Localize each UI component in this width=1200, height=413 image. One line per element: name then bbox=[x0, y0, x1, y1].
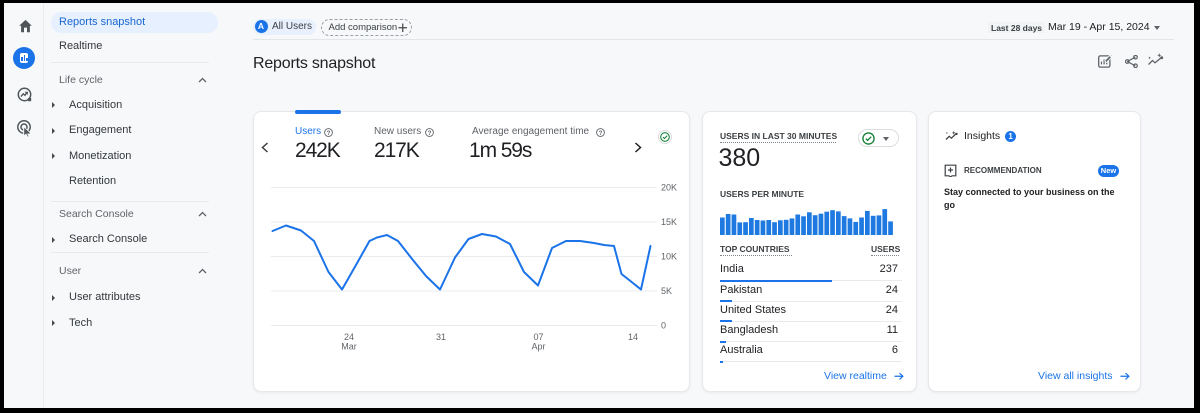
svg-text:Mar: Mar bbox=[341, 342, 357, 352]
svg-text:0: 0 bbox=[661, 321, 666, 331]
svg-text:10K: 10K bbox=[661, 252, 677, 262]
svg-text:31: 31 bbox=[436, 332, 446, 342]
svg-text:20K: 20K bbox=[661, 183, 677, 193]
svg-text:14: 14 bbox=[628, 332, 638, 342]
svg-text:5K: 5K bbox=[661, 286, 672, 296]
svg-text:Apr: Apr bbox=[531, 342, 545, 352]
svg-text:15K: 15K bbox=[661, 217, 677, 227]
svg-text:07: 07 bbox=[533, 332, 543, 342]
svg-text:24: 24 bbox=[344, 332, 354, 342]
